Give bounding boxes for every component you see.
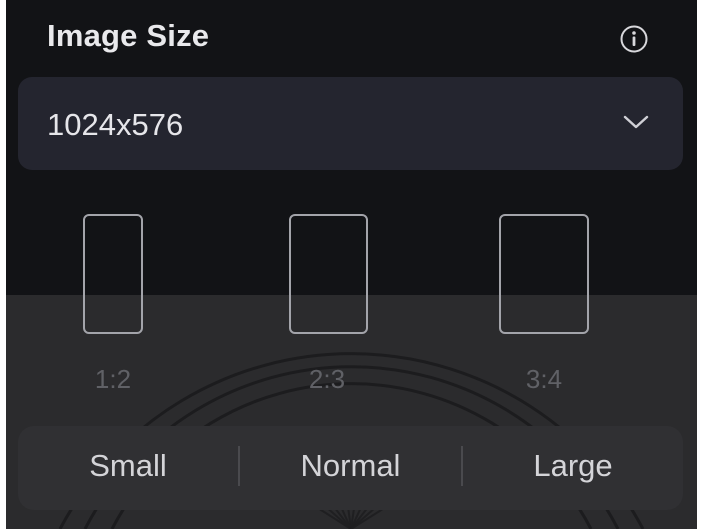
section-title: Image Size [47, 18, 210, 53]
aspect-ratio-label: 1:2 [94, 364, 132, 394]
quality-segmented-control: Small Normal Large [18, 426, 683, 510]
image-size-dropdown[interactable]: 1024x576 [18, 77, 683, 170]
image-size-panel: Image Size 1024x576 1:2 2:3 3:4 Small No… [0, 0, 703, 529]
chevron-down-icon [623, 115, 649, 129]
aspect-ratio-2-3[interactable]: 2:3 [280, 212, 380, 402]
quality-option-small[interactable]: Small [18, 426, 238, 510]
info-icon[interactable] [619, 24, 649, 54]
aspect-ratio-shape [289, 214, 368, 334]
right-edge [697, 0, 703, 529]
aspect-ratio-3-4[interactable]: 3:4 [490, 212, 600, 402]
quality-option-large[interactable]: Large [463, 426, 683, 510]
aspect-ratio-shape [83, 214, 143, 334]
aspect-ratio-1-2[interactable]: 1:2 [70, 212, 170, 402]
image-size-value: 1024x576 [47, 107, 184, 142]
aspect-ratio-label: 2:3 [308, 364, 346, 394]
quality-option-normal[interactable]: Normal [240, 426, 461, 510]
left-edge [0, 0, 6, 529]
aspect-ratio-shape [499, 214, 589, 334]
aspect-ratio-label: 3:4 [525, 364, 563, 394]
